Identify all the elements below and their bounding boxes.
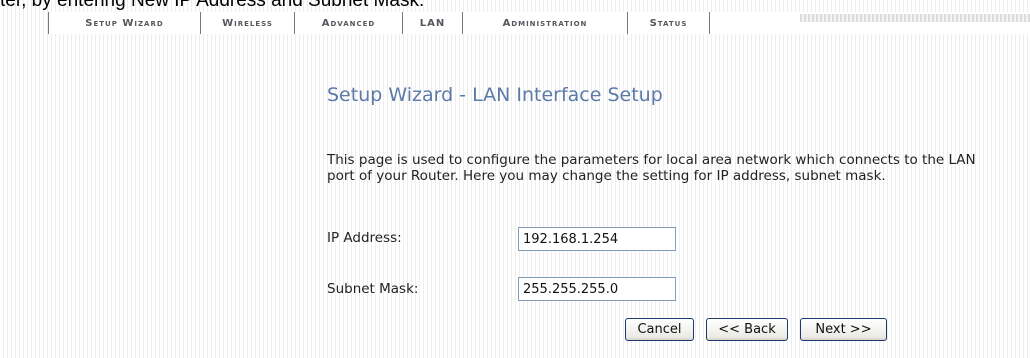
next-button[interactable]: Next >> <box>800 318 887 341</box>
nav-tabs: Setup Wizard Wireless Advanced LAN Admin… <box>48 12 710 34</box>
back-button[interactable]: << Back <box>706 318 788 341</box>
tab-status[interactable]: Status <box>628 12 710 34</box>
nav-left-stripe <box>0 12 48 34</box>
ip-address-label: IP Address: <box>327 230 402 246</box>
subnet-mask-input[interactable] <box>518 277 676 301</box>
main-nav-bar: Setup Wizard Wireless Advanced LAN Admin… <box>0 12 1030 34</box>
tab-wireless[interactable]: Wireless <box>201 12 295 34</box>
page-description: This page is used to configure the param… <box>327 152 976 184</box>
cancel-button[interactable]: Cancel <box>625 318 694 341</box>
tab-advanced[interactable]: Advanced <box>295 12 403 34</box>
tab-lan[interactable]: LAN <box>403 12 463 34</box>
subnet-mask-label: Subnet Mask: <box>327 281 419 297</box>
tab-setup-wizard[interactable]: Setup Wizard <box>49 12 201 34</box>
page-title: Setup Wizard - LAN Interface Setup <box>327 84 663 106</box>
tab-administration[interactable]: Administration <box>463 12 628 34</box>
ip-address-input[interactable] <box>518 227 676 251</box>
nav-decorative-fill <box>800 14 1030 22</box>
